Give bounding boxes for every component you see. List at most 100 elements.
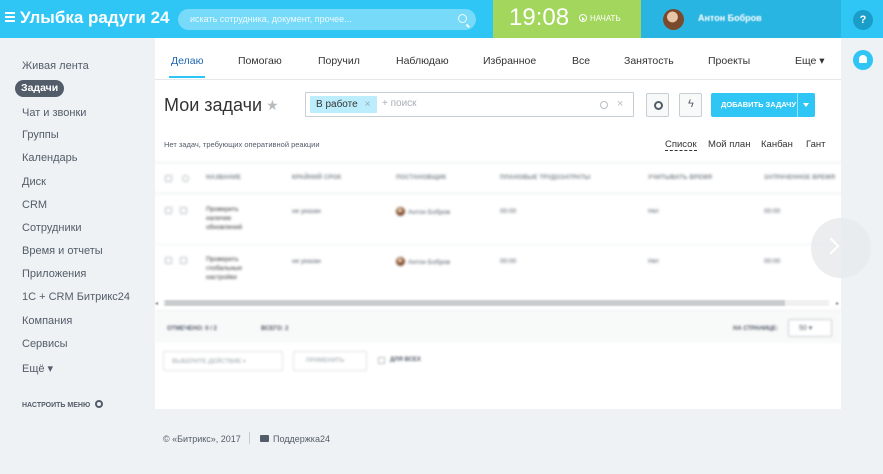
help-button[interactable]: ? (853, 10, 873, 30)
tab-projects[interactable]: Проекты (708, 55, 750, 67)
tab-doing[interactable]: Делаю (171, 55, 203, 67)
task-name[interactable]: Проверить глобальные настройки (206, 255, 242, 282)
scroll-left-arrow-icon[interactable]: ◂ (155, 300, 158, 307)
apply-button[interactable]: ПРИМЕНИТЬ (293, 351, 367, 371)
for-all-checkbox[interactable] (378, 357, 385, 364)
sidebar-item-chat[interactable]: Чат и звонки (22, 107, 86, 119)
tab-helping[interactable]: Помогаю (238, 55, 282, 67)
favorite-star-icon[interactable]: ★ (266, 97, 279, 113)
avatar (396, 207, 405, 216)
chevron-down-icon[interactable] (803, 103, 809, 107)
tab-assigned[interactable]: Поручил (318, 55, 360, 67)
search-icon[interactable] (458, 14, 467, 23)
col-track-time[interactable]: УЧИТЫВАТЬ ВРЕМЯ (648, 175, 712, 181)
sidebar-item-1c-crm[interactable]: 1С + CRM Битрикс24 (22, 291, 130, 303)
tasks-grid: НАЗВАНИЕ КРАЙНИЙ СРОК ПОСТАНОВЩИК ПЛАНОВ… (155, 162, 841, 294)
start-label: НАЧАТЬ (590, 14, 621, 23)
sidebar-item-calendar[interactable]: Календарь (22, 152, 78, 164)
tab-watching[interactable]: Наблюдаю (396, 55, 449, 67)
clock: 19:08 (509, 4, 570, 31)
top-bar: Улыбка радуги 24 искать сотрудника, доку… (0, 0, 883, 38)
page-title-text: Мои задачи (164, 95, 263, 115)
avatar[interactable] (663, 9, 684, 30)
search-icon[interactable] (600, 101, 608, 109)
logo-text: Улыбка радуги (20, 8, 146, 27)
action-select[interactable]: ВЫБЕРИТЕ ДЕЙСТВИЕ ▾ (163, 351, 283, 371)
global-search-input[interactable]: искать сотрудника, документ, прочее... (178, 9, 476, 30)
hamburger-menu-icon[interactable] (5, 12, 15, 22)
table-row[interactable]: Проверить наличие обновлений не указан А… (155, 195, 841, 245)
notifications-bell-icon[interactable] (853, 50, 873, 70)
view-gantt[interactable]: Гант (806, 139, 826, 150)
filter-search-field[interactable]: В работе × + поиск × (305, 92, 634, 117)
view-kanban[interactable]: Канбан (761, 139, 793, 150)
sidebar-item-tasks[interactable]: Задачи (15, 80, 65, 97)
user-menu[interactable]: Антон Бобров (641, 0, 841, 38)
portal-logo[interactable]: Улыбка радуги 24 (20, 8, 170, 28)
task-deadline[interactable]: не указан (292, 257, 321, 266)
sidebar-item-feed[interactable]: Живая лента (22, 60, 89, 72)
logo-number: 24 (150, 8, 170, 27)
scrollbar-thumb[interactable] (165, 300, 785, 306)
gear-icon (95, 400, 104, 408)
start-workday-button[interactable]: НАЧАТЬ (579, 14, 621, 23)
support-link[interactable]: Поддержка24 (273, 434, 330, 444)
task-creator[interactable]: Антон Бобров (396, 207, 450, 217)
per-page-label: НА СТРАНИЦЕ: (733, 326, 779, 332)
view-list[interactable]: Список (665, 139, 697, 151)
sidebar-item-groups[interactable]: Группы (22, 129, 59, 141)
filter-chip-label: В работе (316, 99, 358, 110)
row-checkbox[interactable] (165, 257, 172, 264)
col-name[interactable]: НАЗВАНИЕ (206, 175, 241, 181)
page-title: Мои задачи ★ (164, 95, 279, 116)
task-track-time: Нет (648, 208, 660, 215)
column-settings-icon[interactable] (182, 175, 189, 182)
lightning-icon: ϟ (688, 98, 694, 110)
scroll-right-arrow-icon[interactable]: ▸ (836, 300, 839, 307)
chip-close-icon[interactable]: × (365, 99, 371, 110)
settings-button[interactable] (646, 93, 669, 117)
sidebar-item-disk[interactable]: Диск (22, 176, 46, 188)
left-sidebar: Живая лента Задачи Чат и звонки Группы К… (0, 38, 155, 474)
task-creator[interactable]: Антон Бобров (396, 257, 450, 267)
sidebar-item-more[interactable]: Ещё ▾ (22, 362, 53, 375)
user-name[interactable]: Антон Бобров (698, 13, 762, 23)
tab-all[interactable]: Все (572, 55, 590, 67)
col-creator[interactable]: ПОСТАНОВЩИК (396, 175, 446, 181)
per-page-select[interactable]: 50 ▾ (788, 319, 832, 337)
col-deadline[interactable]: КРАЙНИЙ СРОК (292, 175, 341, 181)
tab-favorites[interactable]: Избранное (483, 55, 536, 67)
row-menu-icon[interactable] (180, 257, 187, 264)
sidebar-item-time-reports[interactable]: Время и отчеты (22, 245, 103, 257)
task-deadline[interactable]: не указан (292, 207, 321, 216)
task-name[interactable]: Проверить наличие обновлений (206, 205, 242, 232)
copyright: © «Битрикс», 2017 (163, 434, 241, 444)
workday-widget[interactable]: 19:08 НАЧАТЬ (493, 0, 641, 38)
tab-workload[interactable]: Занятость (624, 55, 674, 67)
view-my-plan[interactable]: Мой план (708, 139, 750, 150)
row-menu-icon[interactable] (180, 207, 187, 214)
col-spent[interactable]: ЗАТРАЧЕННОЕ ВРЕМЯ (764, 175, 835, 181)
horizontal-scrollbar[interactable]: ◂ ▸ (155, 298, 841, 307)
setup-menu-button[interactable]: НАСТРОИТЬ МЕНЮ (22, 400, 104, 409)
clear-filter-icon[interactable]: × (617, 98, 623, 110)
automation-button[interactable]: ϟ (679, 93, 702, 117)
setup-menu-label: НАСТРОИТЬ МЕНЮ (22, 402, 91, 409)
filter-chip-in-progress[interactable]: В работе × (310, 96, 377, 113)
sidebar-item-services[interactable]: Сервисы (22, 338, 68, 350)
row-checkbox[interactable] (165, 207, 172, 214)
scroll-right-button[interactable] (811, 218, 871, 278)
sidebar-item-employees[interactable]: Сотрудники (22, 222, 82, 234)
tab-more[interactable]: Еще ▾ (795, 55, 825, 67)
filter-search-placeholder[interactable]: + поиск (382, 98, 417, 109)
sidebar-item-company[interactable]: Компания (22, 315, 72, 327)
selected-count: ОТМЕЧЕНО: 0 / 2 (167, 326, 217, 332)
add-task-button[interactable]: ДОБАВИТЬ ЗАДАЧУ (711, 93, 815, 117)
select-all-checkbox[interactable] (165, 175, 172, 182)
play-icon (579, 14, 587, 22)
sidebar-item-crm[interactable]: CRM (22, 199, 47, 211)
table-row[interactable]: Проверить глобальные настройки не указан… (155, 245, 841, 294)
sidebar-item-apps[interactable]: Приложения (22, 268, 86, 280)
col-planned[interactable]: ПЛАНОВЫЕ ТРУДОЗАТРАТЫ (500, 175, 590, 181)
active-tab-underline (169, 76, 205, 78)
